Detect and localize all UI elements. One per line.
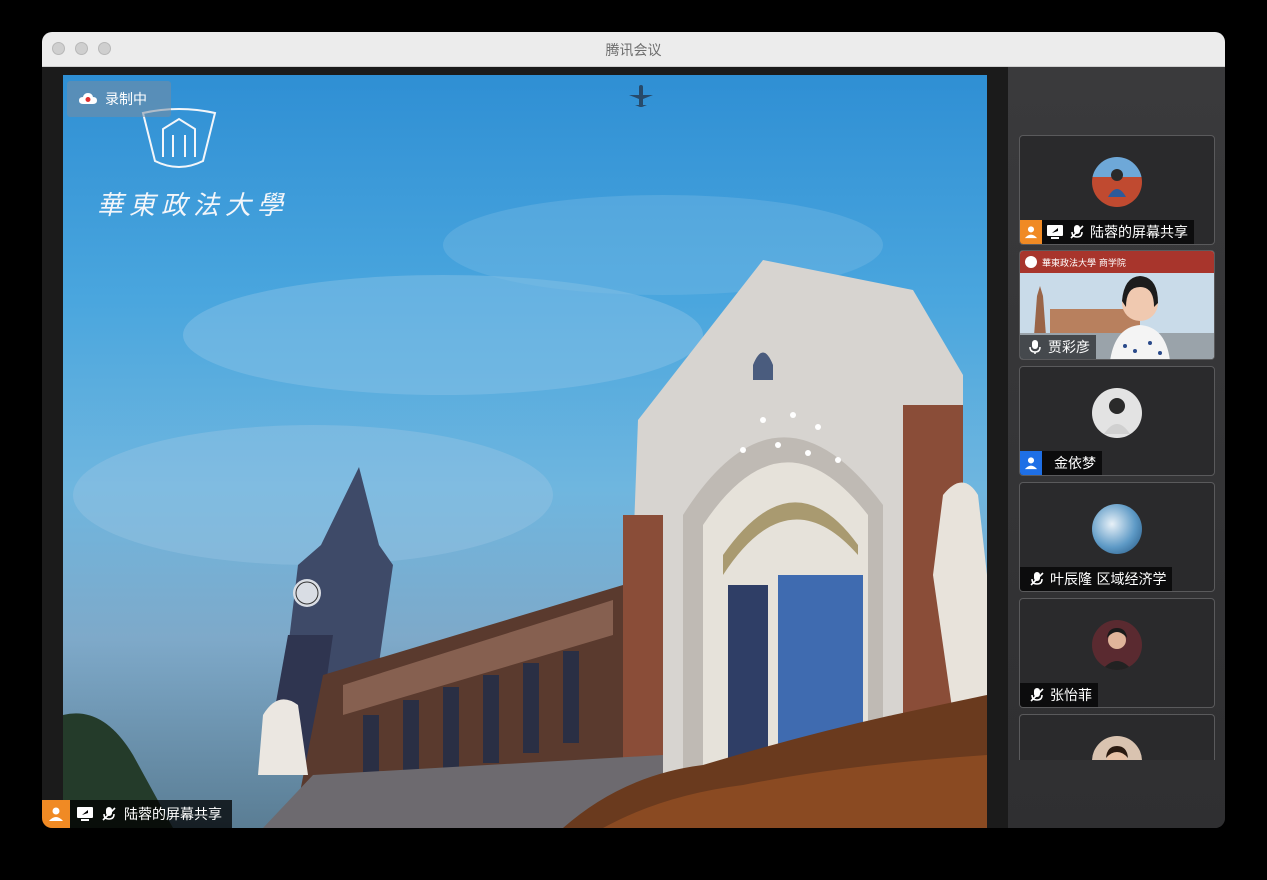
participant-label-bar: 金依梦 bbox=[1020, 451, 1102, 475]
participant-tile[interactable]: 陆蓉的屏幕共享 bbox=[1019, 135, 1215, 245]
person-icon bbox=[42, 800, 70, 828]
cloud-icon bbox=[79, 93, 97, 104]
participant-tile[interactable]: 张怡菲 bbox=[1019, 598, 1215, 708]
participant-name: 陆蓉的屏幕共享 bbox=[1090, 225, 1188, 241]
university-name: 華東政法大學 bbox=[97, 191, 290, 221]
mic-muted-icon bbox=[1068, 223, 1086, 241]
recording-indicator[interactable]: 录制中 bbox=[67, 81, 171, 117]
person-icon bbox=[1020, 220, 1042, 244]
mic-muted-icon bbox=[100, 805, 118, 823]
avatar bbox=[1092, 504, 1142, 554]
person-icon bbox=[1020, 451, 1042, 475]
titlebar: 腾讯会议 bbox=[42, 32, 1225, 67]
avatar bbox=[1092, 157, 1142, 207]
participant-name: 张怡菲 bbox=[1050, 688, 1092, 704]
screen-share-icon bbox=[1046, 223, 1064, 241]
participant-label-bar: 陆蓉的屏幕共享 bbox=[1020, 220, 1194, 244]
participant-name: 叶辰隆 区域经济学 bbox=[1050, 572, 1167, 588]
avatar bbox=[1092, 388, 1142, 438]
participant-tile[interactable] bbox=[1019, 714, 1215, 760]
participant-tile[interactable]: 華東政法大學 商学院 贾彩彦 bbox=[1019, 250, 1215, 360]
mic-muted-icon bbox=[1028, 570, 1046, 588]
participant-tile[interactable]: 叶辰隆 区域经济学 bbox=[1019, 482, 1215, 592]
window-title: 腾讯会议 bbox=[605, 43, 662, 59]
participant-label-bar: 贾彩彦 bbox=[1020, 335, 1096, 359]
avatar bbox=[1092, 736, 1142, 760]
shared-screen: 華東政法大學 录制中 bbox=[63, 75, 987, 828]
recording-label: 录制中 bbox=[105, 92, 147, 108]
avatar bbox=[1092, 620, 1142, 670]
participant-name: 金依梦 bbox=[1054, 456, 1096, 472]
main-stage: 華東政法大學 录制中 陆蓉的屏幕共享 bbox=[42, 67, 1008, 828]
participant-tile[interactable]: 金依梦 bbox=[1019, 366, 1215, 476]
participant-name: 贾彩彦 bbox=[1048, 340, 1090, 356]
share-source-label: 陆蓉的屏幕共享 bbox=[124, 807, 222, 823]
screen-share-icon bbox=[76, 805, 94, 823]
participants-panel[interactable]: 陆蓉的屏幕共享 華東政法大學 商学院 贾彩彦 金依梦 叶辰隆 区域经济学 张怡菲 bbox=[1008, 67, 1225, 828]
mic-muted-icon bbox=[1028, 686, 1046, 704]
participant-label-bar: 叶辰隆 区域经济学 bbox=[1020, 567, 1173, 591]
share-source-bar: 陆蓉的屏幕共享 bbox=[42, 800, 232, 828]
meeting-window: 腾讯会议 華東政法大學 录制中 陆蓉的屏幕共享 陆蓉的屏幕共享 華東政法大學 商… bbox=[42, 32, 1225, 828]
participant-label-bar: 张怡菲 bbox=[1020, 683, 1098, 707]
mic-icon bbox=[1026, 338, 1044, 356]
